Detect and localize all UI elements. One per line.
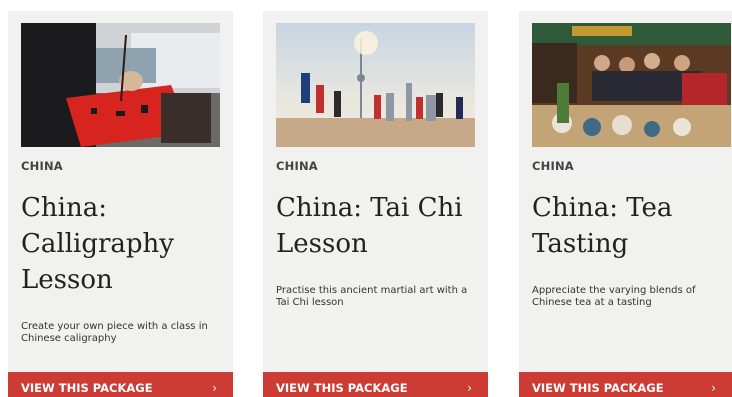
chevron-right-icon: › (212, 381, 217, 395)
card-description: Appreciate the varying blends of Chinese… (532, 285, 696, 308)
package-card-list: CHINA China: Calligraphy Lesson Create y… (0, 0, 732, 397)
card-eyebrow: CHINA (532, 159, 574, 173)
card-eyebrow: CHINA (21, 159, 63, 173)
package-image-tai-chi[interactable] (276, 23, 475, 147)
card-description: Create your own piece with a class in Ch… (21, 321, 208, 344)
chevron-right-icon: › (711, 381, 716, 395)
package-image-calligraphy[interactable] (21, 23, 220, 147)
package-card-tai-chi[interactable]: CHINA China: Tai Chi Lesson Practise thi… (263, 11, 488, 397)
card-title[interactable]: China: Tai Chi Lesson (276, 190, 476, 262)
package-image-tea-tasting[interactable] (532, 23, 731, 147)
tea-tasting-photo (532, 23, 731, 147)
card-title[interactable]: China: Calligraphy Lesson (21, 190, 221, 298)
view-package-button[interactable]: VIEW THIS PACKAGE › (519, 372, 732, 397)
card-title[interactable]: China: Tea Tasting (532, 190, 732, 262)
calligraphy-photo (21, 23, 220, 147)
package-card-tea-tasting[interactable]: CHINA China: Tea Tasting Appreciate the … (519, 11, 732, 397)
view-package-label: VIEW THIS PACKAGE (532, 381, 664, 395)
card-description: Practise this ancient martial art with a… (276, 285, 468, 308)
view-package-button[interactable]: VIEW THIS PACKAGE › (263, 372, 488, 397)
tai-chi-photo (276, 23, 475, 147)
chevron-right-icon: › (467, 381, 472, 395)
view-package-button[interactable]: VIEW THIS PACKAGE › (8, 372, 233, 397)
view-package-label: VIEW THIS PACKAGE (21, 381, 153, 395)
card-eyebrow: CHINA (276, 159, 318, 173)
package-card-calligraphy[interactable]: CHINA China: Calligraphy Lesson Create y… (8, 11, 233, 397)
view-package-label: VIEW THIS PACKAGE (276, 381, 408, 395)
